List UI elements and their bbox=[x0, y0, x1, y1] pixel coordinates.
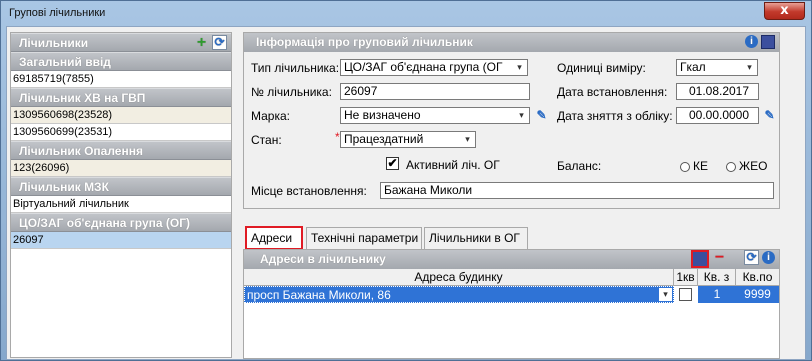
tab-addresses[interactable]: Адреси bbox=[245, 226, 303, 250]
meters-tree-panel: Лічильники + ⟳ Загальний ввід 69185719(7… bbox=[10, 32, 232, 358]
window-title: Групові лічильники bbox=[9, 7, 106, 19]
one-flat-checkbox[interactable] bbox=[679, 288, 692, 301]
list-item[interactable]: 69185719(7855) bbox=[11, 71, 231, 88]
addresses-title: Адреси в лічильнику bbox=[260, 252, 386, 266]
removal-date-input[interactable]: 00.00.0000 bbox=[676, 107, 759, 124]
state-value: Працездатний bbox=[344, 132, 424, 146]
group-header-combined[interactable]: ЦО/ЗАГ об'єднана група (ОГ) bbox=[11, 213, 231, 232]
addresses-column-headers: Адреса будинку 1кв Кв. з Кв.по bbox=[244, 269, 779, 286]
address-cell[interactable]: просп Бажана Миколи, 86 ▾ bbox=[244, 286, 674, 303]
dropdown-arrow-icon: ▾ bbox=[519, 110, 524, 120]
install-date-label: Дата встановлення: bbox=[557, 85, 668, 99]
active-label: Активний ліч. ОГ bbox=[406, 158, 500, 172]
dropdown-arrow-icon: ▾ bbox=[517, 62, 522, 72]
address-value: просп Бажана Миколи, 86 bbox=[247, 288, 391, 302]
type-select[interactable]: ЦО/ЗАГ об'єднана група (ОГ ▾ bbox=[340, 59, 528, 76]
column-header-flat-to[interactable]: Кв.по bbox=[736, 269, 779, 286]
refresh-icon[interactable]: ⟳ bbox=[212, 35, 227, 50]
addresses-header: Адреси в лічильнику − ⟳ i bbox=[244, 250, 779, 269]
info-panel-header: Інформація про груповий лічильник i bbox=[244, 33, 779, 52]
remove-icon[interactable]: − bbox=[712, 250, 727, 266]
install-date-input[interactable]: 01.08.2017 bbox=[676, 83, 759, 100]
dropdown-arrow-icon: ▾ bbox=[747, 62, 752, 72]
required-marker: * bbox=[335, 130, 340, 144]
location-input[interactable]: Бажана Миколи bbox=[380, 182, 774, 199]
balance-ke-radio[interactable] bbox=[680, 162, 690, 172]
title-bar[interactable]: Групові лічильники x bbox=[1, 1, 811, 25]
info-icon[interactable]: i bbox=[762, 251, 775, 264]
brand-label: Марка: bbox=[251, 109, 290, 123]
units-select[interactable]: Гкал ▾ bbox=[676, 59, 758, 76]
units-label: Одиниці виміру: bbox=[557, 61, 646, 75]
removal-date-label: Дата зняття з обліку: bbox=[557, 109, 673, 123]
dropdown-arrow-icon: ▾ bbox=[465, 134, 470, 144]
type-value: ЦО/ЗАГ об'єднана група (ОГ bbox=[344, 60, 503, 74]
meter-info-panel: Інформація про груповий лічильник i Тип … bbox=[243, 32, 780, 209]
group-header-cold-water[interactable]: Лічильник ХВ на ГВП bbox=[11, 88, 231, 107]
window: Групові лічильники x Лічильники + ⟳ Зага… bbox=[0, 0, 812, 361]
info-icon[interactable]: i bbox=[745, 35, 758, 48]
group-header-heating[interactable]: Лічильник Опалення bbox=[11, 141, 231, 160]
one-flat-cell[interactable] bbox=[676, 286, 696, 303]
balance-zheo-label: ЖЕО bbox=[739, 159, 768, 173]
edit-icon[interactable]: ✎ bbox=[762, 108, 777, 123]
list-item-selected[interactable]: 26097 bbox=[11, 232, 231, 249]
close-button[interactable]: x bbox=[764, 2, 805, 20]
list-item[interactable]: 123(26096) bbox=[11, 160, 231, 177]
balance-zheo-radio[interactable] bbox=[726, 162, 736, 172]
column-header-one-flat[interactable]: 1кв bbox=[674, 269, 698, 286]
group-header-general-input[interactable]: Загальний ввід bbox=[11, 52, 231, 71]
type-label: Тип лічильника: bbox=[251, 61, 340, 75]
save-icon[interactable] bbox=[761, 35, 775, 49]
column-header-flat-from[interactable]: Кв. з bbox=[698, 269, 736, 286]
table-row[interactable]: просп Бажана Миколи, 86 ▾ 1 9999 bbox=[244, 286, 779, 303]
units-value: Гкал bbox=[680, 60, 706, 74]
list-item[interactable]: Віртуальний лічильник bbox=[11, 196, 231, 213]
edit-icon[interactable]: ✎ bbox=[534, 108, 549, 123]
refresh-icon[interactable]: ⟳ bbox=[744, 250, 759, 265]
brand-select[interactable]: Не визначено ▾ bbox=[340, 107, 530, 124]
add-icon[interactable]: + bbox=[194, 35, 209, 51]
flat-to-cell[interactable]: 9999 bbox=[736, 286, 779, 303]
balance-label: Баланс: bbox=[557, 159, 602, 173]
save-icon[interactable] bbox=[691, 250, 709, 268]
client-area: Лічильники + ⟳ Загальний ввід 69185719(7… bbox=[6, 26, 806, 360]
list-item[interactable]: 1309560698(23528) bbox=[11, 107, 231, 124]
group-header-meters: Лічильники + ⟳ bbox=[11, 33, 231, 52]
tab-technical[interactable]: Технічні параметри bbox=[306, 227, 422, 249]
column-header-address[interactable]: Адреса будинку bbox=[244, 269, 674, 286]
state-select[interactable]: Працездатний ▾ bbox=[340, 131, 476, 148]
active-checkbox[interactable]: ✔ bbox=[386, 157, 399, 170]
info-panel-title: Інформація про груповий лічильник bbox=[256, 35, 473, 49]
state-label: Стан: bbox=[251, 133, 282, 147]
list-item[interactable]: 1309560699(23531) bbox=[11, 124, 231, 141]
group-header-label: Лічильники bbox=[19, 36, 89, 50]
addresses-panel: Адреси в лічильнику − ⟳ i Адреса будинку… bbox=[243, 249, 780, 359]
location-label: Місце встановлення: bbox=[251, 184, 367, 198]
brand-value: Не визначено bbox=[344, 108, 421, 122]
tab-meters-in-group[interactable]: Лічильники в ОГ bbox=[424, 227, 528, 249]
dropdown-arrow-icon: ▾ bbox=[659, 288, 672, 301]
number-input[interactable]: 26097 bbox=[340, 83, 530, 100]
balance-ke-label: КЕ bbox=[693, 159, 708, 173]
flat-from-cell[interactable]: 1 bbox=[698, 286, 736, 303]
number-label: № лічильника: bbox=[251, 85, 332, 99]
group-header-mzk[interactable]: Лічильник МЗК bbox=[11, 177, 231, 196]
